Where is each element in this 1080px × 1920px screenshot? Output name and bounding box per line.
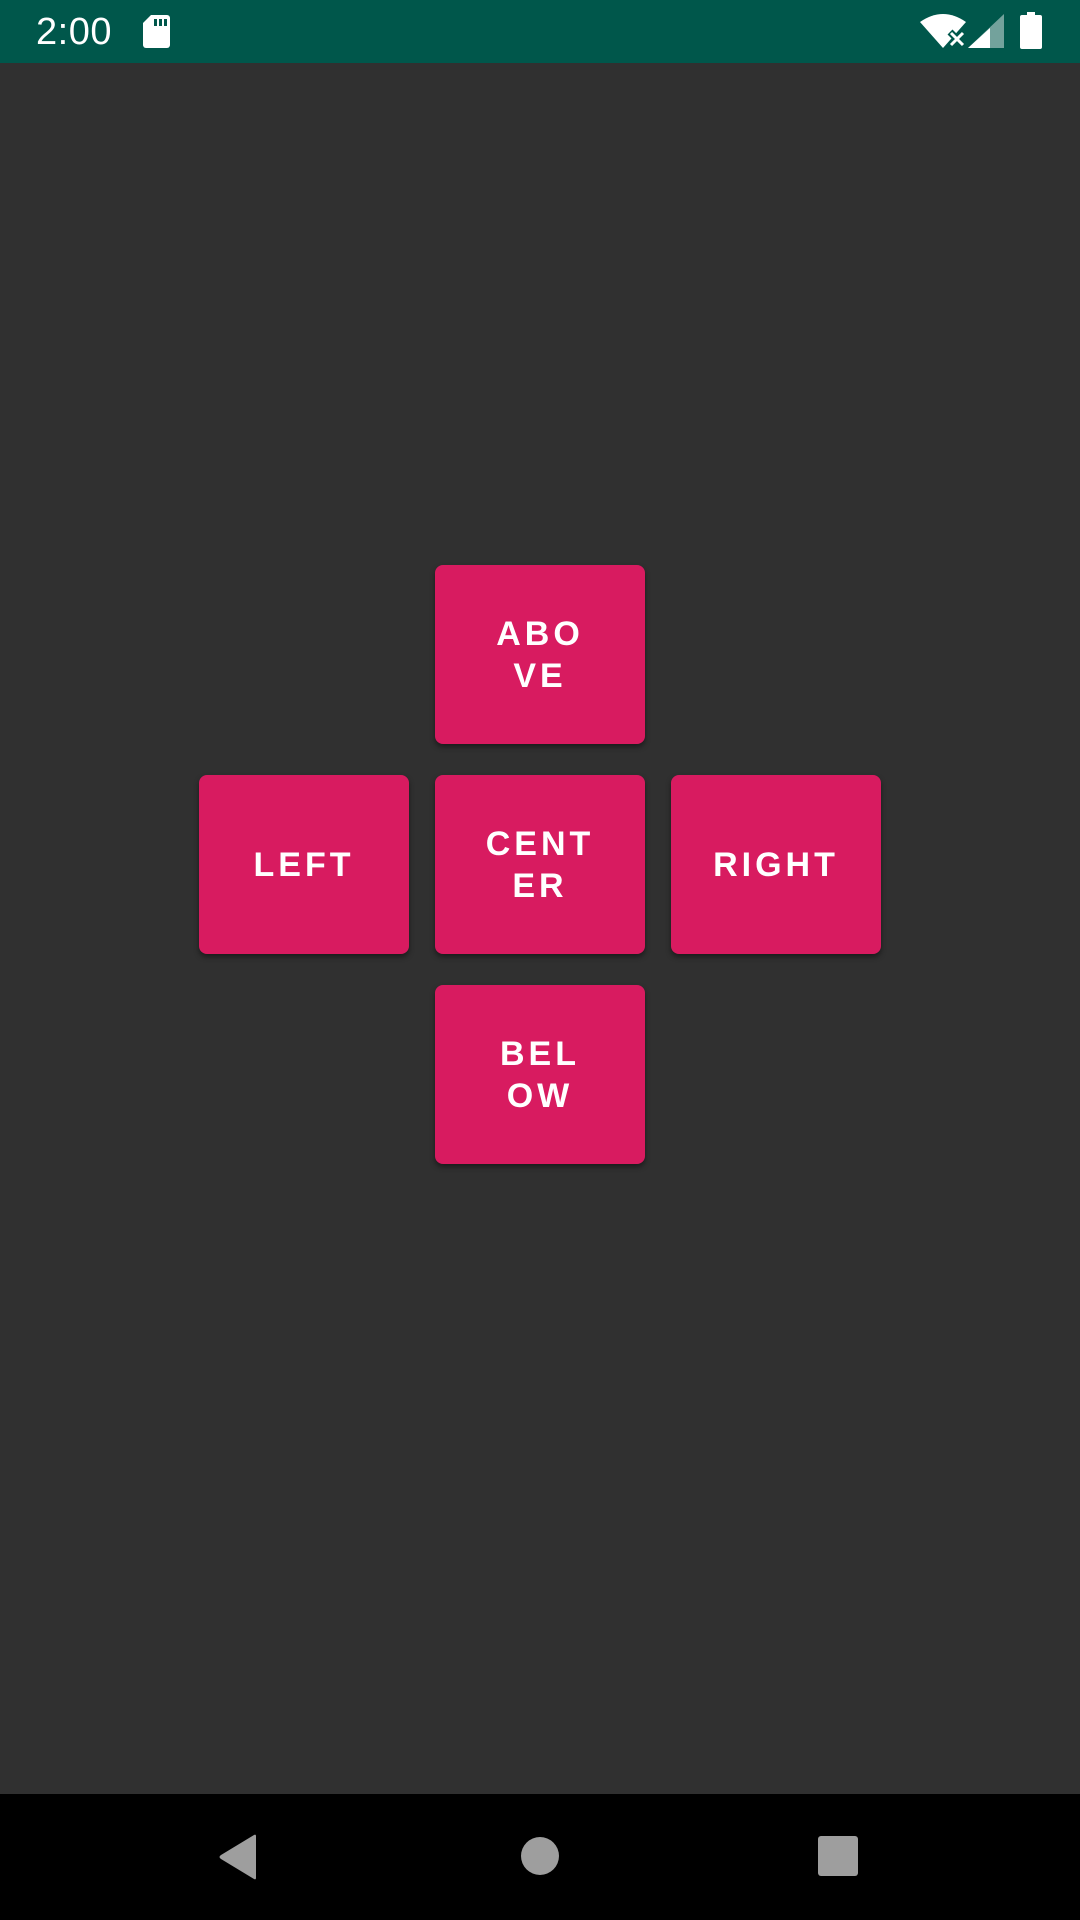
status-bar: 2:00 xyxy=(0,0,1080,63)
recents-icon[interactable] xyxy=(818,1836,858,1876)
center-button-label: CENTER xyxy=(485,824,595,905)
center-button[interactable]: CENTER xyxy=(435,775,645,954)
above-button-label: ABOVE xyxy=(496,614,584,695)
below-button[interactable]: BELOW xyxy=(435,985,645,1164)
cell-signal-icon xyxy=(968,14,1004,48)
back-icon[interactable] xyxy=(218,1834,258,1880)
home-icon[interactable] xyxy=(520,1836,560,1876)
left-button-label: LEFT xyxy=(253,845,355,884)
battery-icon xyxy=(1020,12,1042,49)
wifi-off-icon xyxy=(920,14,966,48)
navigation-bar xyxy=(0,1794,1080,1920)
right-button[interactable]: RIGHT xyxy=(671,775,881,954)
status-time: 2:00 xyxy=(36,11,112,53)
right-button-label: RIGHT xyxy=(713,845,839,884)
above-button[interactable]: ABOVE xyxy=(435,565,645,744)
left-button[interactable]: LEFT xyxy=(199,775,409,954)
below-button-label: BELOW xyxy=(500,1034,580,1115)
sd-card-icon xyxy=(143,15,170,48)
